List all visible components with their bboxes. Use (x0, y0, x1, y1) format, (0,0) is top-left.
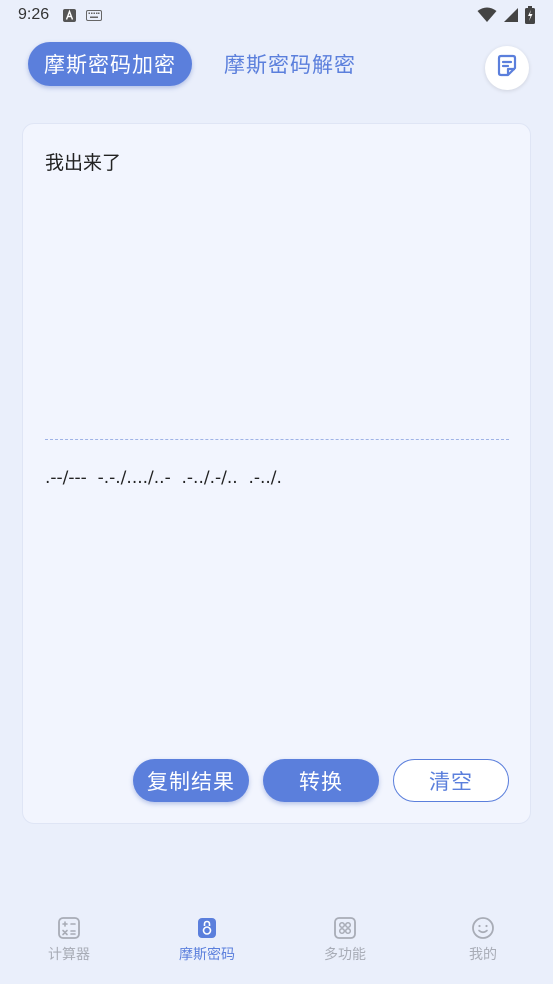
calculator-icon (57, 916, 81, 940)
battery-icon (525, 6, 535, 28)
copy-result-button[interactable]: 复制结果 (133, 759, 249, 802)
grid-icon (333, 916, 357, 940)
nav-label: 摩斯密码 (179, 947, 235, 963)
mode-tabs: 摩斯密码加密 摩斯密码解密 (28, 42, 356, 86)
nav-item-profile[interactable]: 我的 (443, 916, 523, 964)
nav-label: 计算器 (48, 947, 90, 963)
nav-item-multifunction[interactable]: 多功能 (305, 916, 385, 964)
nav-item-morse[interactable]: 摩斯密码 (167, 916, 247, 964)
note-icon (494, 53, 520, 83)
bottom-nav: 计算器 摩斯密码 多功能 我的 (0, 904, 553, 984)
notes-button[interactable] (485, 46, 529, 90)
status-time: 9:26 (18, 6, 50, 23)
clear-button[interactable]: 清空 (393, 759, 509, 802)
morse-output: .--/--- -.-./..../..- .-../.-/.. .-../. (45, 468, 282, 488)
convert-button[interactable]: 转换 (263, 759, 379, 802)
text-a-icon (63, 8, 77, 22)
nav-label: 我的 (469, 947, 497, 963)
signal-icon (503, 7, 519, 27)
divider (45, 439, 509, 440)
keyboard-icon (86, 9, 103, 21)
lock-icon (195, 916, 219, 940)
status-bar: 9:26 (0, 0, 553, 30)
tab-decrypt[interactable]: 摩斯密码解密 (224, 49, 356, 79)
tab-encrypt[interactable]: 摩斯密码加密 (28, 42, 192, 86)
nav-item-calculator[interactable]: 计算器 (29, 916, 109, 964)
editor-card: 我出来了 .--/--- -.-./..../..- .-../.-/.. .-… (22, 123, 531, 824)
wifi-icon (477, 7, 497, 27)
smile-icon (471, 916, 495, 940)
plain-text-input[interactable]: 我出来了 (45, 148, 121, 175)
nav-label: 多功能 (324, 947, 366, 963)
